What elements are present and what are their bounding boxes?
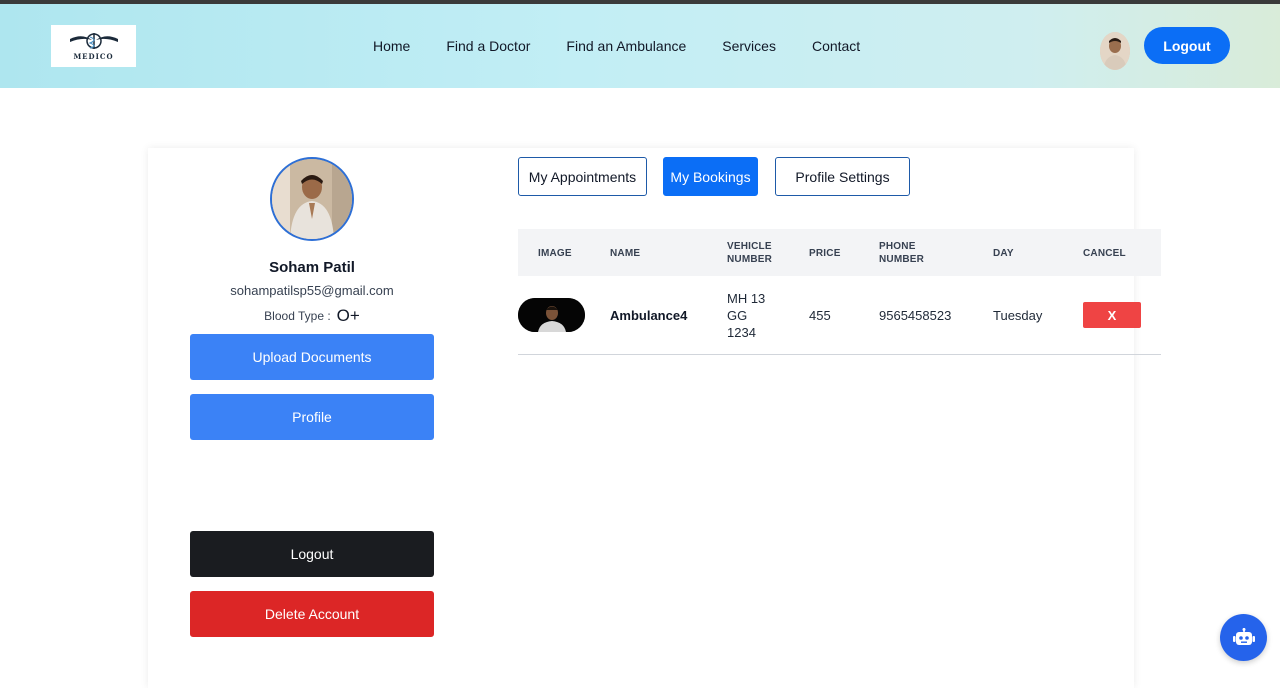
- driver-photo-icon: [518, 298, 585, 332]
- cell-vehicle-line3: 1234: [727, 325, 756, 340]
- cell-vehicle-line1: MH 13: [727, 291, 766, 306]
- upload-documents-button[interactable]: Upload Documents: [190, 334, 434, 380]
- nav-services[interactable]: Services: [722, 38, 776, 54]
- user-email: sohampatilsp55@gmail.com: [230, 283, 394, 298]
- cell-phone: 9565458523: [879, 308, 952, 323]
- cancel-booking-button[interactable]: X: [1083, 302, 1141, 328]
- th-image: IMAGE: [538, 248, 572, 259]
- cell-price: 455: [809, 308, 831, 323]
- blood-type-value: O+: [336, 306, 360, 325]
- logo-text: MEDICO: [73, 52, 114, 61]
- user-photo-icon: [1100, 32, 1130, 70]
- th-vehicle-line1: VEHICLE: [727, 241, 772, 252]
- bookings-table-header: IMAGE NAME VEHICLE NUMBER PRICE PHONE NU…: [518, 229, 1161, 276]
- th-day: DAY: [993, 248, 1014, 259]
- header-logout-button[interactable]: Logout: [1144, 27, 1230, 64]
- blood-type-label: Blood Type :: [264, 309, 331, 323]
- nav-find-ambulance[interactable]: Find an Ambulance: [566, 38, 686, 54]
- th-phone-number: PHONE NUMBER: [879, 240, 924, 266]
- th-cancel: CANCEL: [1083, 248, 1126, 259]
- caduceus-logo-icon: [69, 33, 118, 49]
- table-row: Ambulance4 MH 13 GG 1234 455 9565458523 …: [518, 276, 1161, 355]
- th-phone-line1: PHONE: [879, 241, 916, 252]
- chatbot-button[interactable]: [1220, 614, 1267, 661]
- ambulance-image: [518, 298, 585, 332]
- main-nav: Home Find a Doctor Find an Ambulance Ser…: [373, 38, 896, 54]
- th-name: NAME: [610, 248, 641, 259]
- robot-icon: [1232, 627, 1255, 645]
- cell-day: Tuesday: [993, 308, 1043, 323]
- nav-find-doctor[interactable]: Find a Doctor: [446, 38, 530, 54]
- nav-contact[interactable]: Contact: [812, 38, 860, 54]
- tab-my-appointments[interactable]: My Appointments: [518, 157, 647, 196]
- cell-vehicle-number: MH 13 GG 1234: [727, 290, 765, 341]
- tab-profile-settings[interactable]: Profile Settings: [775, 157, 910, 196]
- th-price: PRICE: [809, 248, 841, 259]
- delete-account-button[interactable]: Delete Account: [190, 591, 434, 637]
- profile-avatar: [270, 157, 354, 241]
- site-header: MEDICO Home Find a Doctor Find an Ambula…: [0, 4, 1280, 88]
- nav-home[interactable]: Home: [373, 38, 410, 54]
- user-name: Soham Patil: [269, 259, 355, 276]
- cell-name: Ambulance4: [610, 308, 688, 323]
- header-avatar[interactable]: [1100, 32, 1130, 70]
- tab-my-bookings[interactable]: My Bookings: [663, 157, 758, 196]
- profile-button[interactable]: Profile: [190, 394, 434, 440]
- cell-vehicle-line2: GG: [727, 308, 748, 323]
- blood-type: Blood Type : O+: [190, 305, 434, 325]
- th-phone-line2: NUMBER: [879, 254, 925, 265]
- logout-button[interactable]: Logout: [190, 531, 434, 577]
- th-vehicle-number: VEHICLE NUMBER: [727, 240, 772, 266]
- profile-photo-icon: [272, 159, 352, 239]
- th-vehicle-line2: NUMBER: [727, 254, 773, 265]
- medico-logo[interactable]: MEDICO: [51, 25, 136, 67]
